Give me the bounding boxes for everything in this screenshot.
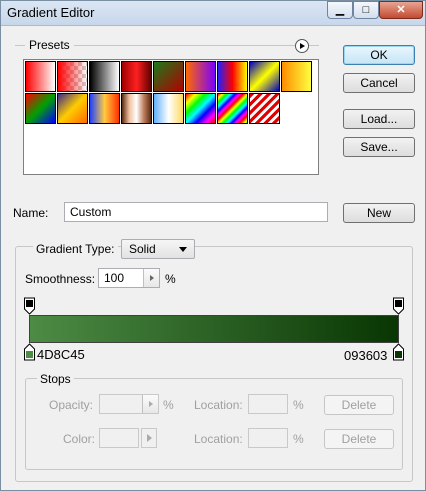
preset-swatch[interactable]: [25, 93, 56, 124]
start-color-label: 4D8C45: [37, 347, 85, 362]
opacity-unit: %: [163, 398, 174, 412]
end-color-label: 093603: [344, 348, 388, 363]
ok-button[interactable]: OK: [343, 45, 415, 65]
gradient-bar[interactable]: [29, 315, 399, 343]
play-icon: [148, 400, 153, 407]
new-button[interactable]: New: [343, 203, 415, 223]
preset-swatch[interactable]: [25, 61, 56, 92]
color-label: Color:: [63, 432, 96, 446]
load-button[interactable]: Load...: [343, 109, 415, 129]
title-bar[interactable]: Gradient Editor ▁ □ ✕: [1, 1, 425, 26]
preset-swatch[interactable]: [217, 61, 248, 92]
color-location-unit: %: [293, 432, 304, 446]
close-button[interactable]: ✕: [379, 1, 423, 19]
opacity-location-label: Location:: [194, 398, 243, 412]
gradient-type-value: Solid: [129, 242, 156, 256]
stops-label: Stops: [37, 372, 74, 386]
preset-swatch[interactable]: [217, 93, 248, 124]
play-icon: [147, 434, 152, 442]
preset-swatch[interactable]: [249, 93, 280, 124]
preset-swatch[interactable]: [281, 61, 312, 92]
maximize-icon: □: [362, 4, 370, 16]
presets-list[interactable]: [23, 59, 319, 175]
smoothness-value: 100: [104, 271, 125, 285]
preset-swatch[interactable]: [89, 93, 120, 124]
name-field[interactable]: Custom: [64, 202, 328, 222]
preset-swatch[interactable]: [153, 61, 184, 92]
color-stop-right[interactable]: [393, 343, 404, 364]
stops-group: [25, 378, 403, 470]
opacity-location-field[interactable]: [248, 394, 288, 414]
play-icon: [149, 274, 154, 281]
opacity-field[interactable]: [99, 394, 159, 414]
smoothness-unit: %: [165, 272, 176, 286]
chevron-down-icon: [179, 247, 187, 252]
gradient-editor-window: Gradient Editor ▁ □ ✕ Presets OK Cancel …: [0, 0, 426, 491]
opacity-location-unit: %: [293, 398, 304, 412]
smoothness-field[interactable]: 100: [98, 268, 160, 288]
play-circle-icon[interactable]: [295, 39, 309, 53]
opacity-label: Opacity:: [49, 398, 94, 412]
preset-swatch[interactable]: [185, 61, 216, 92]
name-label: Name:: [13, 206, 49, 220]
delete-color-stop-button[interactable]: Delete: [324, 429, 394, 449]
close-icon: ✕: [396, 4, 406, 16]
color-location-label: Location:: [194, 432, 243, 446]
maximize-button[interactable]: □: [353, 1, 379, 19]
save-button[interactable]: Save...: [343, 137, 415, 157]
gradient-type-label: Gradient Type:: [33, 242, 118, 256]
preset-swatch[interactable]: [153, 93, 184, 124]
preset-swatch[interactable]: [121, 93, 152, 124]
delete-opacity-stop-button[interactable]: Delete: [324, 395, 394, 415]
preset-swatch[interactable]: [121, 61, 152, 92]
minimize-button[interactable]: ▁: [327, 1, 353, 19]
color-menu-button[interactable]: [141, 428, 157, 448]
color-location-field[interactable]: [248, 428, 288, 448]
preset-swatch[interactable]: [57, 61, 88, 92]
gradient-type-select[interactable]: Solid: [121, 239, 195, 259]
smoothness-stepper[interactable]: [143, 269, 159, 287]
opacity-stepper[interactable]: [142, 395, 158, 413]
smoothness-label: Smoothness:: [25, 272, 96, 286]
preset-swatch[interactable]: [89, 61, 120, 92]
presets-label: Presets: [25, 38, 74, 52]
color-swatch-field[interactable]: [99, 428, 139, 448]
preset-swatch[interactable]: [185, 93, 216, 124]
preset-swatch[interactable]: [57, 93, 88, 124]
minimize-icon: ▁: [335, 4, 345, 16]
preset-swatch[interactable]: [249, 61, 280, 92]
color-stop-left[interactable]: [24, 343, 35, 364]
cancel-button[interactable]: Cancel: [343, 73, 415, 93]
window-title: Gradient Editor: [7, 5, 95, 20]
